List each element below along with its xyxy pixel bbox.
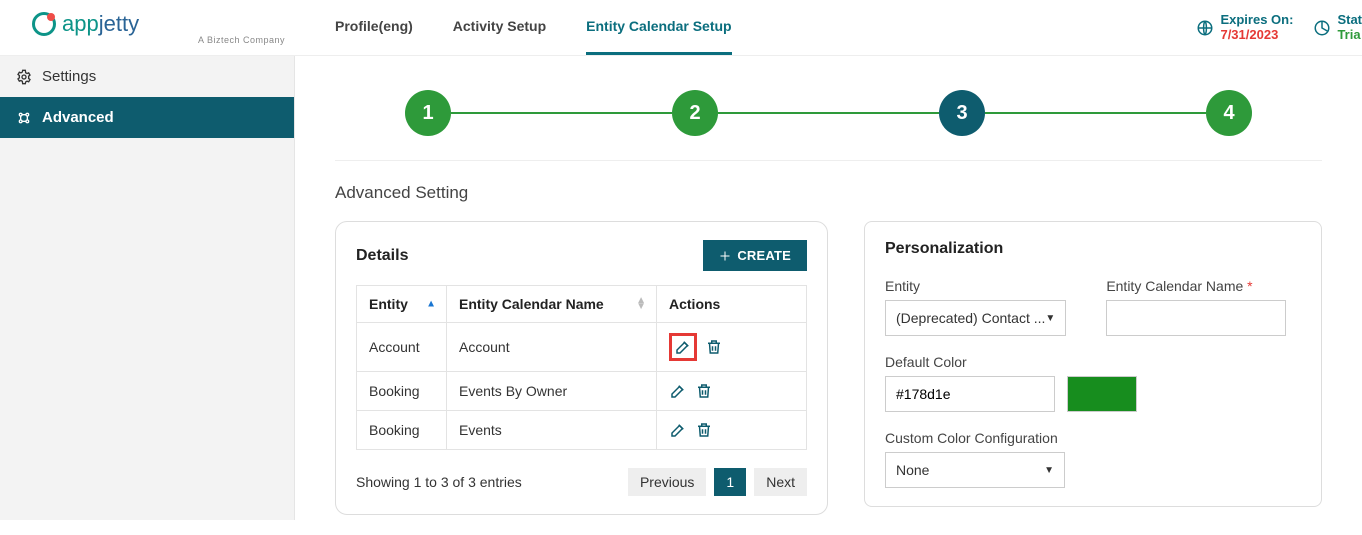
logo-mark-icon [32,12,56,36]
cell-calname: Events By Owner [447,372,657,411]
expires-value: 7/31/2023 [1220,28,1293,43]
step-1[interactable]: 1 [405,90,451,136]
custom-color-value: None [896,462,929,478]
app-header: appjetty A Biztech Company Profile(eng) … [0,0,1362,56]
pie-icon [1313,19,1331,37]
entity-label: Entity [885,278,1066,294]
color-swatch[interactable] [1067,376,1137,412]
section-title: Advanced Setting [335,183,1322,203]
logo-tagline: A Biztech Company [32,35,295,45]
cell-entity: Booking [357,411,447,450]
create-button-label: CREATE [737,248,791,263]
required-indicator: * [1247,278,1252,294]
calendar-name-input[interactable] [1106,300,1286,336]
cell-actions [657,372,807,411]
sort-asc-icon: ▲ [426,299,436,310]
details-table: Entity ▲ Entity Calendar Name ▲▼ Actions [356,285,807,450]
table-row: Booking Events [357,411,807,450]
step-2[interactable]: 2 [672,90,718,136]
edit-icon[interactable] [674,338,692,356]
pagination: Previous 1 Next [628,468,807,496]
caret-down-icon: ▼ [1044,465,1054,476]
sidebar-item-advanced[interactable]: Advanced [0,97,294,138]
expires-label: Expires On: [1220,13,1293,28]
custom-color-select[interactable]: None ▼ [885,452,1065,488]
plus-icon [719,250,731,262]
col-entity[interactable]: Entity ▲ [357,286,447,323]
prev-button[interactable]: Previous [628,468,706,496]
top-tabs: Profile(eng) Activity Setup Entity Calen… [335,0,732,55]
cell-entity: Account [357,323,447,372]
default-color-input[interactable] [885,376,1055,412]
logo-text: appjetty [62,11,139,37]
status-value: Tria [1337,28,1362,43]
entity-select-value: (Deprecated) Contact ... [896,310,1045,326]
sort-icon: ▲▼ [636,298,646,310]
header-right: Expires On: 7/31/2023 Stat Tria [1196,13,1362,43]
create-button[interactable]: CREATE [703,240,807,271]
showing-text: Showing 1 to 3 of 3 entries [356,474,522,490]
custom-color-label: Custom Color Configuration [885,430,1301,446]
cell-actions [657,411,807,450]
sidebar-item-label: Settings [42,68,96,85]
tab-activity-setup[interactable]: Activity Setup [453,0,546,55]
tab-entity-calendar-setup[interactable]: Entity Calendar Setup [586,0,731,55]
details-card: Details CREATE Entity ▲ Entity Calendar … [335,221,828,515]
col-calendar-name[interactable]: Entity Calendar Name ▲▼ [447,286,657,323]
step-connector [985,112,1206,114]
entity-select[interactable]: (Deprecated) Contact ... ▼ [885,300,1066,336]
edit-icon[interactable] [669,382,687,400]
step-4[interactable]: 4 [1206,90,1252,136]
tab-profile[interactable]: Profile(eng) [335,0,413,55]
logo[interactable]: appjetty A Biztech Company [0,11,295,45]
cell-actions [657,323,807,372]
sliders-icon [16,110,32,126]
page-1-button[interactable]: 1 [714,468,746,496]
next-button[interactable]: Next [754,468,807,496]
cell-calname: Account [447,323,657,372]
col-actions: Actions [657,286,807,323]
globe-icon [1196,19,1214,37]
divider [335,160,1322,161]
main-content: 1 2 3 4 Advanced Setting Details CREATE [295,56,1362,535]
step-connector [451,112,672,114]
delete-icon[interactable] [705,338,723,356]
details-title: Details [356,247,408,265]
status-label: Stat [1337,13,1362,28]
sidebar-item-label: Advanced [42,109,114,126]
status-info: Stat Tria [1313,13,1362,43]
caret-down-icon: ▼ [1045,313,1055,324]
default-color-label: Default Color [885,354,1301,370]
cell-entity: Booking [357,372,447,411]
table-row: Account Account [357,323,807,372]
sidebar: Settings Advanced [0,56,295,520]
calname-label: Entity Calendar Name * [1106,278,1286,294]
expires-info: Expires On: 7/31/2023 [1196,13,1293,43]
table-row: Booking Events By Owner [357,372,807,411]
personalization-card: Personalization Entity (Deprecated) Cont… [864,221,1322,507]
personalization-title: Personalization [885,240,1301,258]
step-connector [718,112,939,114]
cell-calname: Events [447,411,657,450]
delete-icon[interactable] [695,382,713,400]
step-3[interactable]: 3 [939,90,985,136]
sidebar-item-settings[interactable]: Settings [0,56,294,97]
edit-icon[interactable] [669,421,687,439]
edit-highlight [669,333,697,361]
delete-icon[interactable] [695,421,713,439]
stepper: 1 2 3 4 [335,90,1322,136]
gear-icon [16,69,32,85]
